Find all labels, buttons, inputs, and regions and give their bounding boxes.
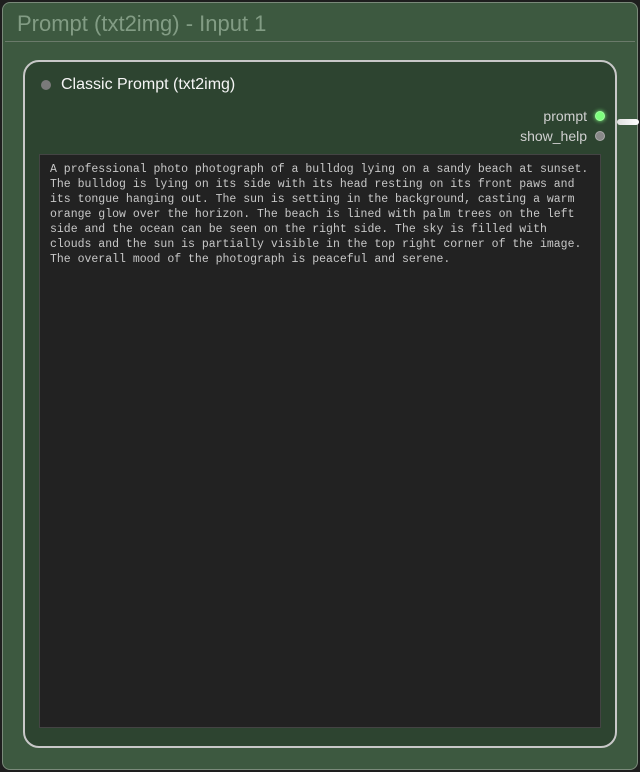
port-show-help[interactable]: show_help bbox=[25, 126, 609, 146]
outer-panel: Prompt (txt2img) - Input 1 Classic Promp… bbox=[2, 2, 638, 770]
port-dot-icon[interactable] bbox=[595, 111, 605, 121]
port-prompt[interactable]: prompt bbox=[25, 106, 609, 126]
prompt-textarea-wrap bbox=[39, 154, 601, 728]
connection-edge-icon[interactable] bbox=[617, 119, 639, 125]
node-title: Classic Prompt (txt2img) bbox=[61, 76, 235, 94]
outer-panel-title: Prompt (txt2img) - Input 1 bbox=[3, 3, 637, 41]
output-ports: prompt show_help bbox=[25, 100, 615, 150]
node-panel[interactable]: Classic Prompt (txt2img) prompt show_hel… bbox=[23, 60, 617, 748]
node-status-dot-icon bbox=[41, 80, 51, 90]
port-dot-icon[interactable] bbox=[595, 131, 605, 141]
port-label: show_help bbox=[520, 128, 587, 144]
node-header[interactable]: Classic Prompt (txt2img) bbox=[25, 62, 615, 100]
divider bbox=[5, 41, 635, 42]
port-label: prompt bbox=[543, 108, 587, 124]
prompt-textarea[interactable] bbox=[39, 154, 601, 728]
